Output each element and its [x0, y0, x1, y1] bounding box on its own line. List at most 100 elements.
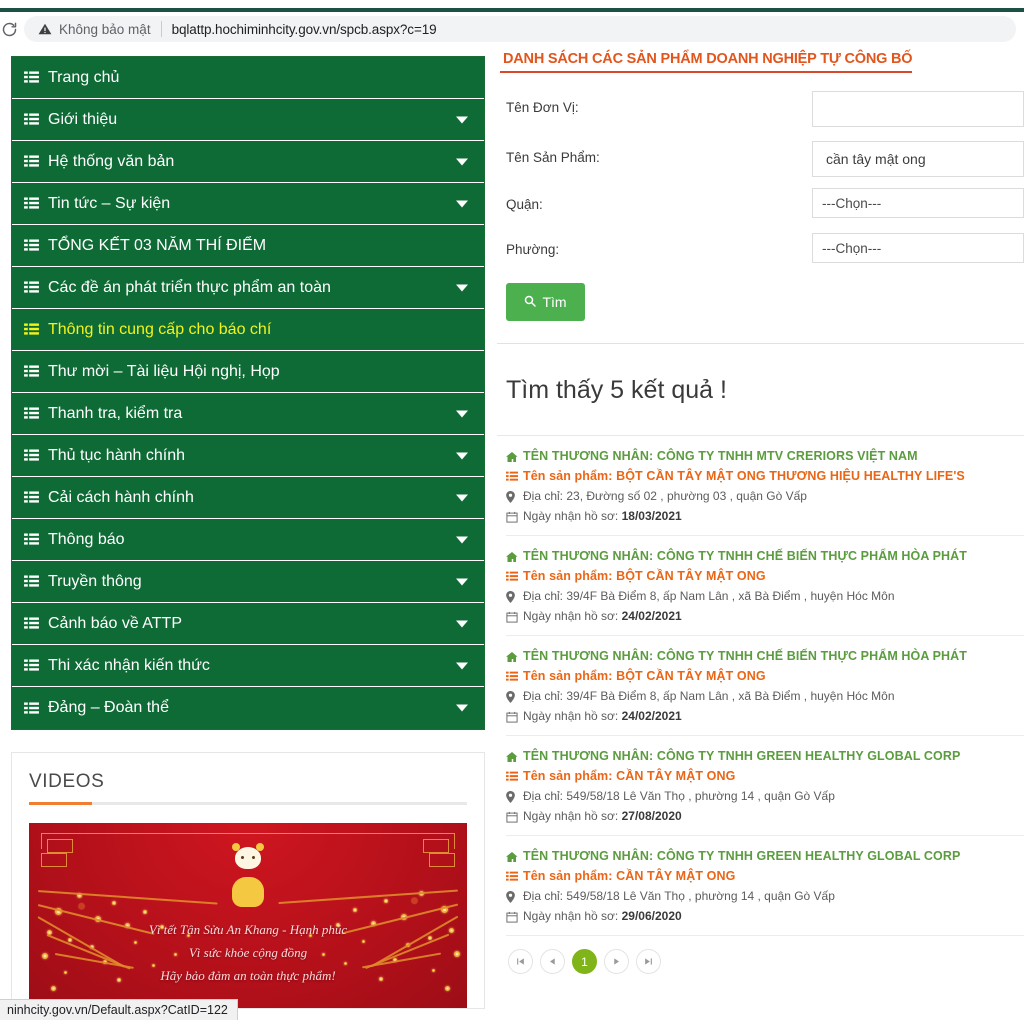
chevron-down-icon[interactable] [456, 200, 468, 207]
list-icon [24, 281, 48, 294]
date-label: Ngày nhận hồ sơ: [523, 909, 618, 923]
result-item[interactable]: TÊN THƯƠNG NHÂN: CÔNG TY TNHH GREEN HEAL… [506, 836, 1024, 936]
list-icon [506, 569, 523, 584]
sidebar-item-9[interactable]: Thủ tục hành chính [12, 435, 484, 477]
result-item[interactable]: TÊN THƯƠNG NHÂN: CÔNG TY TNHH CHẾ BIẾN T… [506, 536, 1024, 636]
address-text: Địa chỉ: 23, Đường số 02 , phường 03 , q… [523, 489, 807, 504]
chevron-down-icon[interactable] [456, 284, 468, 291]
sidebar-item-label: Đảng – Đoàn thể [48, 700, 169, 716]
ward-select[interactable]: ---Chọn--- [812, 233, 1024, 263]
unit-input[interactable] [812, 91, 1024, 127]
sidebar-item-15[interactable]: Đảng – Đoàn thể [12, 687, 484, 729]
date-text-row: Ngày nhận hồ sơ: 24/02/2021 [506, 609, 1024, 624]
form-row-unit: Tên Đơn Vị: [497, 91, 1024, 127]
result-item[interactable]: TÊN THƯƠNG NHÂN: CÔNG TY TNHH GREEN HEAL… [506, 736, 1024, 836]
address-text-row: Địa chỉ: 39/4F Bà Điểm 8, ấp Nam Lân , x… [506, 689, 1024, 704]
address-text-row: Địa chỉ: 549/58/18 Lê Văn Thọ , phường 1… [506, 889, 1024, 904]
sidebar-item-8[interactable]: Thanh tra, kiểm tra [12, 393, 484, 435]
result-item[interactable]: TÊN THƯƠNG NHÂN: CÔNG TY TNHH CHẾ BIẾN T… [506, 636, 1024, 736]
chevron-down-icon[interactable] [456, 536, 468, 543]
sidebar-item-1[interactable]: Giới thiệu [12, 99, 484, 141]
product-name-row: Tên sản phẩm: BỘT CẦN TÂY MẬT ONG THƯƠNG… [506, 469, 1024, 484]
address-text: Địa chỉ: 39/4F Bà Điểm 8, ấp Nam Lân , x… [523, 589, 895, 604]
blossom-dot [384, 899, 388, 903]
map-pin-icon [506, 689, 523, 704]
pagination-next-button[interactable] [604, 949, 629, 974]
list-icon [24, 617, 48, 630]
sidebar-item-12[interactable]: Truyền thông [12, 561, 484, 603]
sidebar-item-11[interactable]: Thông báo [12, 519, 484, 561]
address-text-row: Địa chỉ: 39/4F Bà Điểm 8, ấp Nam Lân , x… [506, 589, 1024, 604]
pagination-prev-button[interactable] [540, 949, 565, 974]
banner-line-3: Hãy bảo đảm an toàn thực phẩm! [29, 964, 467, 987]
list-icon [24, 155, 48, 168]
branch-decor [279, 890, 459, 904]
product-name: Tên sản phẩm: BỘT CẦN TÂY MẬT ONG THƯƠNG… [523, 469, 965, 484]
merchant-name: TÊN THƯƠNG NHÂN: CÔNG TY TNHH CHẾ BIẾN T… [523, 649, 967, 664]
product-input[interactable] [812, 141, 1024, 177]
chevron-down-icon[interactable] [456, 662, 468, 669]
video-banner-thumbnail[interactable]: Vì tết Tân Sửu An Khang - Hạnh phúc Vì s… [29, 823, 467, 1008]
search-button[interactable]: Tìm [506, 283, 585, 321]
result-item[interactable]: TÊN THƯƠNG NHÂN: CÔNG TY TNHH MTV CRERIO… [506, 436, 1024, 536]
url-text: bqlattp.hochiminhcity.gov.vn/spcb.aspx?c… [172, 22, 437, 37]
list-icon [24, 533, 48, 546]
pagination-last-button[interactable] [636, 949, 661, 974]
chevron-down-icon[interactable] [456, 452, 468, 459]
chevron-down-icon[interactable] [456, 705, 468, 712]
merchant-name-row: TÊN THƯƠNG NHÂN: CÔNG TY TNHH MTV CRERIO… [506, 449, 1024, 464]
address-text: Địa chỉ: 39/4F Bà Điểm 8, ấp Nam Lân , x… [523, 689, 895, 704]
chevron-down-icon[interactable] [456, 116, 468, 123]
pagination-page-1[interactable]: 1 [572, 949, 597, 974]
sidebar-item-label: Thông báo [48, 532, 125, 548]
chevron-down-icon[interactable] [456, 620, 468, 627]
list-icon [24, 239, 48, 252]
sidebar-item-label: TỔNG KẾT 03 NĂM THÍ ĐIỂM [48, 238, 266, 254]
product-name-row: Tên sản phẩm: CẦN TÂY MẬT ONG [506, 769, 1024, 784]
form-row-ward: Phường: ---Chọn--- [497, 233, 1024, 267]
district-select-value: ---Chọn--- [822, 196, 881, 211]
pagination-first-button[interactable] [508, 949, 533, 974]
date-text: Ngày nhận hồ sơ: 24/02/2021 [523, 709, 682, 724]
chevron-down-icon[interactable] [456, 158, 468, 165]
list-icon [24, 197, 48, 210]
district-select[interactable]: ---Chọn--- [812, 188, 1024, 218]
warning-triangle-icon [38, 22, 52, 36]
sidebar-item-7[interactable]: Thư mời – Tài liệu Hội nghị, Họp [12, 351, 484, 393]
sidebar-item-0[interactable]: Trang chủ [12, 57, 484, 99]
sidebar-item-10[interactable]: Cải cách hành chính [12, 477, 484, 519]
form-row-district: Quận: ---Chọn--- [497, 188, 1024, 222]
sidebar-item-6[interactable]: Thông tin cung cấp cho báo chí [12, 309, 484, 351]
chevron-down-icon[interactable] [456, 578, 468, 585]
blossom-dot [112, 901, 116, 905]
date-label: Ngày nhận hồ sơ: [523, 609, 618, 623]
date-text-row: Ngày nhận hồ sơ: 27/08/2020 [506, 809, 1024, 824]
merchant-name: TÊN THƯƠNG NHÂN: CÔNG TY TNHH GREEN HEAL… [523, 749, 960, 764]
sidebar-item-5[interactable]: Các đề án phát triển thực phẩm an toàn [12, 267, 484, 309]
reload-icon[interactable] [0, 16, 24, 42]
sidebar-menu: Trang chủGiới thiệuHệ thống văn bảnTin t… [11, 56, 485, 730]
ward-label: Phường: [497, 233, 812, 267]
results-list: TÊN THƯƠNG NHÂN: CÔNG TY TNHH MTV CRERIO… [497, 436, 1024, 936]
home-icon [506, 649, 523, 664]
date-text-row: Ngày nhận hồ sơ: 24/02/2021 [506, 709, 1024, 724]
magnifier-icon [524, 295, 536, 310]
list-icon [24, 323, 48, 336]
list-icon [24, 365, 48, 378]
product-label: Tên Sản Phẩm: [497, 141, 812, 175]
sidebar-item-13[interactable]: Cảnh báo về ATTP [12, 603, 484, 645]
chevron-down-icon[interactable] [456, 494, 468, 501]
search-button-label: Tìm [542, 294, 566, 310]
map-pin-icon [506, 789, 523, 804]
list-icon [24, 407, 48, 420]
sidebar-item-label: Thanh tra, kiểm tra [48, 406, 182, 422]
chevron-down-icon[interactable] [456, 410, 468, 417]
sidebar-item-3[interactable]: Tin tức – Sự kiện [12, 183, 484, 225]
sidebar-item-2[interactable]: Hệ thống văn bản [12, 141, 484, 183]
calendar-icon [506, 809, 523, 824]
sidebar-item-label: Thư mời – Tài liệu Hội nghị, Họp [48, 364, 280, 380]
sidebar-item-14[interactable]: Thi xác nhận kiến thức [12, 645, 484, 687]
sidebar-item-4[interactable]: TỔNG KẾT 03 NĂM THÍ ĐIỂM [12, 225, 484, 267]
calendar-icon [506, 509, 523, 524]
url-bar[interactable]: Không bảo mật bqlattp.hochiminhcity.gov.… [24, 16, 1016, 42]
